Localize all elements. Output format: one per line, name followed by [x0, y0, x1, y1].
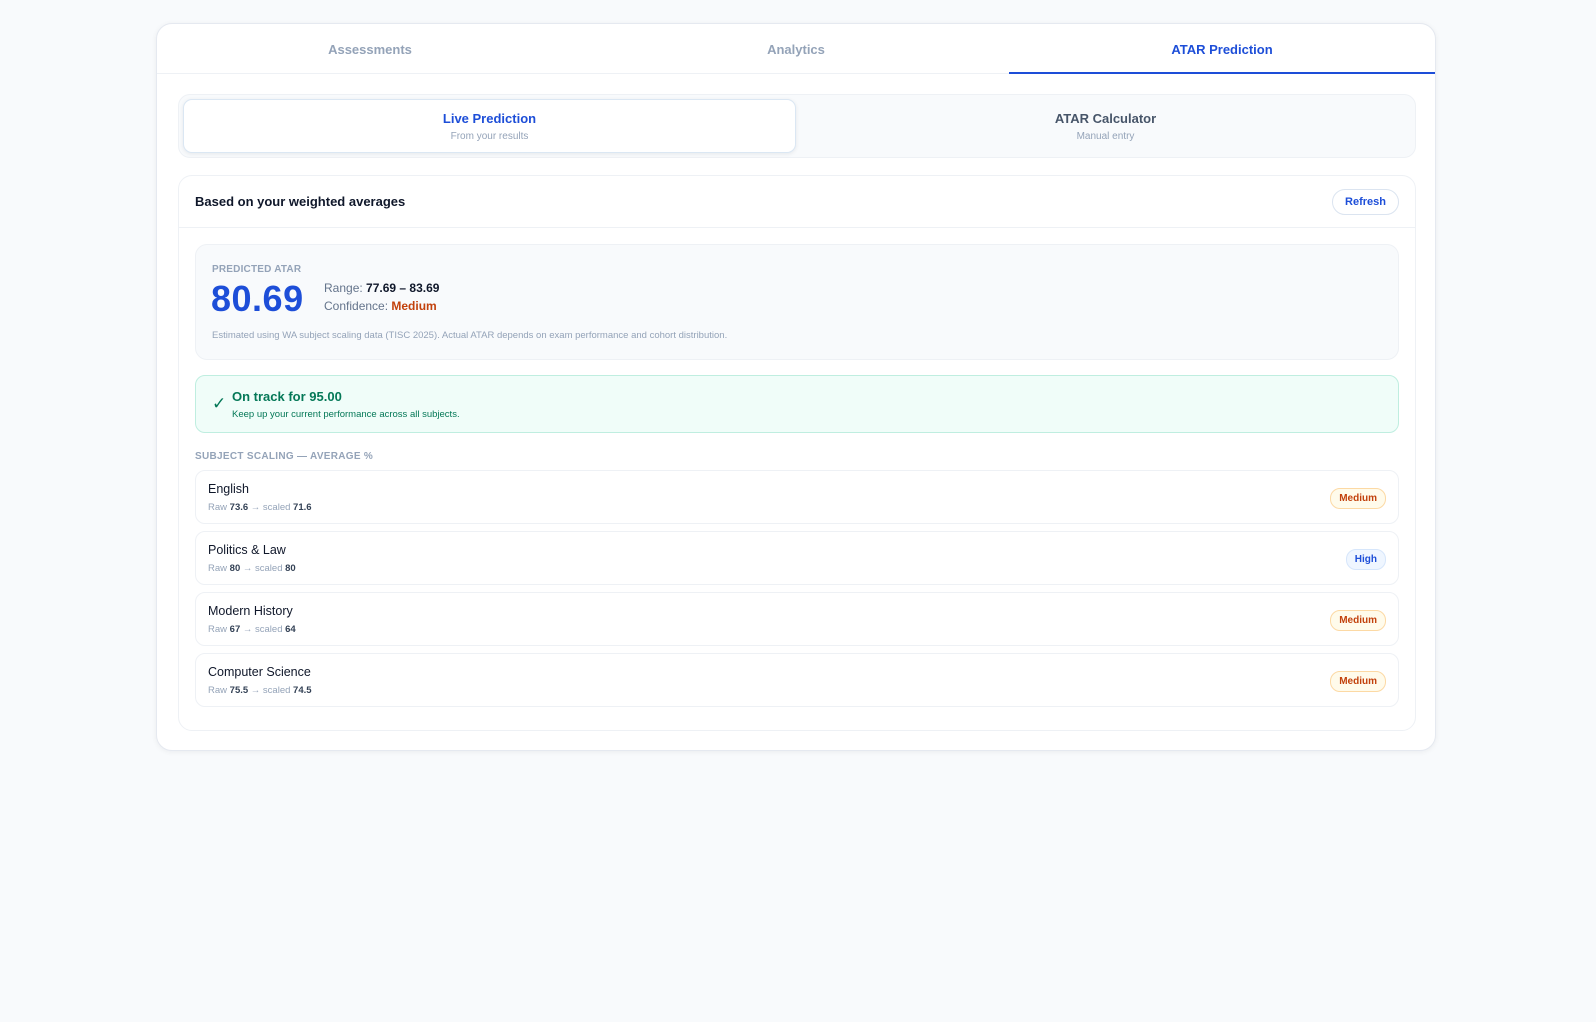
scaled-value: 74.5: [293, 685, 312, 696]
raw-value: 67: [229, 624, 241, 635]
subject-scaling-heading: SUBJECT SCALING — AVERAGE %: [195, 451, 374, 462]
subtab-atar-calculator[interactable]: ATAR Calculator Manual entry: [800, 99, 1411, 153]
scaled-value: 80: [285, 563, 296, 574]
scaled-value: 71.6: [293, 502, 312, 513]
prediction-note: Estimated using WA subject scaling data …: [212, 330, 728, 341]
scaling-badge: Medium: [1330, 610, 1386, 631]
subject-list: English Raw 73.6 → scaled 71.6 Medium Po…: [195, 470, 1399, 714]
on-track-subtitle: Keep up your current performance across …: [232, 409, 460, 420]
on-track-title: On track for 95.00: [232, 389, 342, 404]
scaled-label: → scaled: [242, 624, 283, 635]
raw-label: Raw: [208, 563, 228, 574]
confidence-line: Confidence: Medium: [324, 297, 439, 315]
scaled-label: → scaled: [242, 563, 283, 574]
raw-value: 75.5: [229, 685, 249, 696]
scaled-label: → scaled: [250, 502, 291, 513]
panel-header: Based on your weighted averages Refresh: [179, 176, 1415, 228]
prediction-meta: Range: 77.69 – 83.69 Confidence: Medium: [324, 279, 439, 315]
subtab-title: Live Prediction: [442, 111, 537, 126]
subtab-live-prediction[interactable]: Live Prediction From your results: [183, 99, 796, 153]
subject-row-politics-law: Politics & Law Raw 80 → scaled 80 High: [195, 531, 1399, 585]
scaling-badge: Medium: [1330, 488, 1386, 509]
subject-score: Raw 67 → scaled 64: [208, 624, 296, 635]
check-icon: ✓: [212, 394, 227, 413]
raw-value: 80: [229, 563, 241, 574]
subject-score: Raw 73.6 → scaled 71.6: [208, 502, 312, 513]
panel-title: Based on your weighted averages: [195, 194, 406, 209]
on-track-alert: ✓ On track for 95.00 Keep up your curren…: [195, 375, 1399, 433]
confidence-value: Medium: [391, 299, 437, 313]
refresh-button[interactable]: Refresh: [1332, 188, 1399, 215]
predicted-atar-box: PREDICTED ATAR 80.69 Range: 77.69 – 83.6…: [195, 244, 1399, 360]
main-tabs: Assessments Analytics ATAR Prediction: [157, 24, 1435, 74]
subject-name: Modern History: [208, 604, 293, 618]
subtab-title: ATAR Calculator: [1054, 111, 1157, 126]
subject-score: Raw 80 → scaled 80: [208, 563, 296, 574]
prediction-panel: Based on your weighted averages Refresh …: [178, 175, 1416, 731]
scaling-badge: High: [1345, 549, 1386, 570]
tab-atar-prediction[interactable]: ATAR Prediction: [1009, 24, 1435, 74]
predicted-atar-value: 80.69: [211, 278, 304, 319]
subject-row-computer-science: Computer Science Raw 75.5 → scaled 74.5 …: [195, 653, 1399, 707]
subject-name: Computer Science: [208, 665, 311, 679]
confidence-label: Confidence:: [324, 299, 389, 313]
scaled-value: 64: [285, 624, 296, 635]
subject-row-english: English Raw 73.6 → scaled 71.6 Medium: [195, 470, 1399, 524]
raw-value: 73.6: [229, 502, 249, 513]
tab-assessments[interactable]: Assessments: [157, 24, 583, 73]
predicted-atar-label: PREDICTED ATAR: [212, 264, 302, 275]
scaled-label: → scaled: [250, 685, 291, 696]
subject-name: Politics & Law: [208, 543, 286, 557]
atar-card: Assessments Analytics ATAR Prediction Li…: [156, 23, 1436, 751]
subtab-subtitle: Manual entry: [1076, 131, 1135, 142]
raw-label: Raw: [208, 624, 228, 635]
tab-analytics[interactable]: Analytics: [583, 24, 1009, 73]
range-value: 77.69 – 83.69: [366, 281, 440, 295]
scaling-badge: Medium: [1330, 671, 1386, 692]
range-line: Range: 77.69 – 83.69: [324, 279, 439, 297]
subject-row-modern-history: Modern History Raw 67 → scaled 64 Medium: [195, 592, 1399, 646]
subject-name: English: [208, 482, 249, 496]
raw-label: Raw: [208, 502, 228, 513]
prediction-mode-tabs: Live Prediction From your results ATAR C…: [178, 94, 1416, 158]
subtab-subtitle: From your results: [450, 131, 529, 142]
subject-score: Raw 75.5 → scaled 74.5: [208, 685, 312, 696]
range-label: Range:: [324, 281, 363, 295]
raw-label: Raw: [208, 685, 228, 696]
